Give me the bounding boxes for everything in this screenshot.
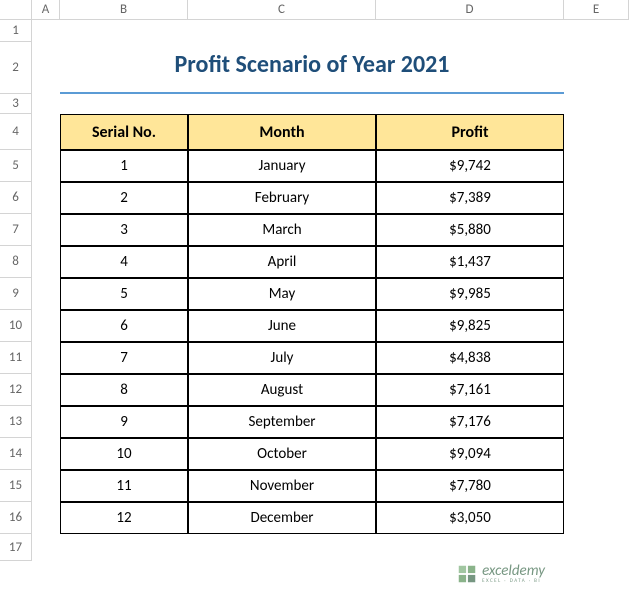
watermark-sub: EXCEL · DATA · BI — [482, 579, 545, 584]
row-header-3[interactable]: 3 — [0, 94, 32, 114]
table-cell-serial[interactable]: 9 — [60, 406, 188, 438]
page-title: Profit Scenario of Year 2021 — [60, 42, 564, 94]
table-cell-profit[interactable]: $5,880 — [376, 214, 564, 246]
table-cell-month[interactable]: March — [188, 214, 376, 246]
table-cell-serial[interactable]: 3 — [60, 214, 188, 246]
column-header-E[interactable]: E — [564, 0, 629, 20]
row-header-15[interactable]: 15 — [0, 470, 32, 502]
row-header-4[interactable]: 4 — [0, 114, 32, 150]
table-cell-serial[interactable]: 11 — [60, 470, 188, 502]
table-cell-month[interactable]: July — [188, 342, 376, 374]
table-cell-serial[interactable]: 4 — [60, 246, 188, 278]
table-cell-month[interactable]: February — [188, 182, 376, 214]
row-header-16[interactable]: 16 — [0, 502, 32, 534]
table-cell-serial[interactable]: 10 — [60, 438, 188, 470]
table-cell-profit[interactable]: $9,742 — [376, 150, 564, 182]
row-header-14[interactable]: 14 — [0, 438, 32, 470]
column-header-A[interactable]: A — [32, 0, 60, 20]
row-header-2[interactable]: 2 — [0, 42, 32, 94]
row-header-6[interactable]: 6 — [0, 182, 32, 214]
watermark-main: exceldemy — [482, 564, 545, 579]
table-cell-profit[interactable]: $3,050 — [376, 502, 564, 534]
row-header-1[interactable]: 1 — [0, 20, 32, 42]
column-header-B[interactable]: B — [60, 0, 188, 20]
row-header-8[interactable]: 8 — [0, 246, 32, 278]
table-header-month[interactable]: Month — [188, 114, 376, 150]
table-cell-month[interactable]: November — [188, 470, 376, 502]
table-cell-profit[interactable]: $7,780 — [376, 470, 564, 502]
table-cell-month[interactable]: May — [188, 278, 376, 310]
table-cell-profit[interactable]: $7,161 — [376, 374, 564, 406]
table-cell-serial[interactable]: 12 — [60, 502, 188, 534]
table-cell-month[interactable]: August — [188, 374, 376, 406]
table-header-profit[interactable]: Profit — [376, 114, 564, 150]
column-header-D[interactable]: D — [376, 0, 564, 20]
row-header-10[interactable]: 10 — [0, 310, 32, 342]
table-cell-profit[interactable]: $7,176 — [376, 406, 564, 438]
spreadsheet-grid: ABCDE1234567891011121314151617Profit Sce… — [0, 0, 629, 561]
row-header-13[interactable]: 13 — [0, 406, 32, 438]
table-cell-serial[interactable]: 7 — [60, 342, 188, 374]
table-cell-month[interactable]: September — [188, 406, 376, 438]
table-cell-profit[interactable]: $9,985 — [376, 278, 564, 310]
row-header-17[interactable]: 17 — [0, 534, 32, 561]
table-cell-profit[interactable]: $4,838 — [376, 342, 564, 374]
table-cell-profit[interactable]: $9,825 — [376, 310, 564, 342]
table-cell-month[interactable]: June — [188, 310, 376, 342]
watermark: exceldemy EXCEL · DATA · BI — [456, 563, 545, 585]
table-cell-serial[interactable]: 6 — [60, 310, 188, 342]
corner-cell — [0, 0, 32, 20]
row-header-9[interactable]: 9 — [0, 278, 32, 310]
table-cell-profit[interactable]: $1,437 — [376, 246, 564, 278]
table-cell-serial[interactable]: 5 — [60, 278, 188, 310]
row-header-5[interactable]: 5 — [0, 150, 32, 182]
column-header-C[interactable]: C — [188, 0, 376, 20]
table-cell-serial[interactable]: 8 — [60, 374, 188, 406]
table-cell-month[interactable]: April — [188, 246, 376, 278]
watermark-text: exceldemy EXCEL · DATA · BI — [482, 564, 545, 584]
row-header-12[interactable]: 12 — [0, 374, 32, 406]
table-cell-month[interactable]: December — [188, 502, 376, 534]
table-cell-month[interactable]: October — [188, 438, 376, 470]
table-cell-serial[interactable]: 2 — [60, 182, 188, 214]
table-cell-profit[interactable]: $9,094 — [376, 438, 564, 470]
table-cell-profit[interactable]: $7,389 — [376, 182, 564, 214]
watermark-icon — [456, 563, 478, 585]
row-header-11[interactable]: 11 — [0, 342, 32, 374]
row-header-7[interactable]: 7 — [0, 214, 32, 246]
table-cell-month[interactable]: January — [188, 150, 376, 182]
table-cell-serial[interactable]: 1 — [60, 150, 188, 182]
table-header-serial[interactable]: Serial No. — [60, 114, 188, 150]
